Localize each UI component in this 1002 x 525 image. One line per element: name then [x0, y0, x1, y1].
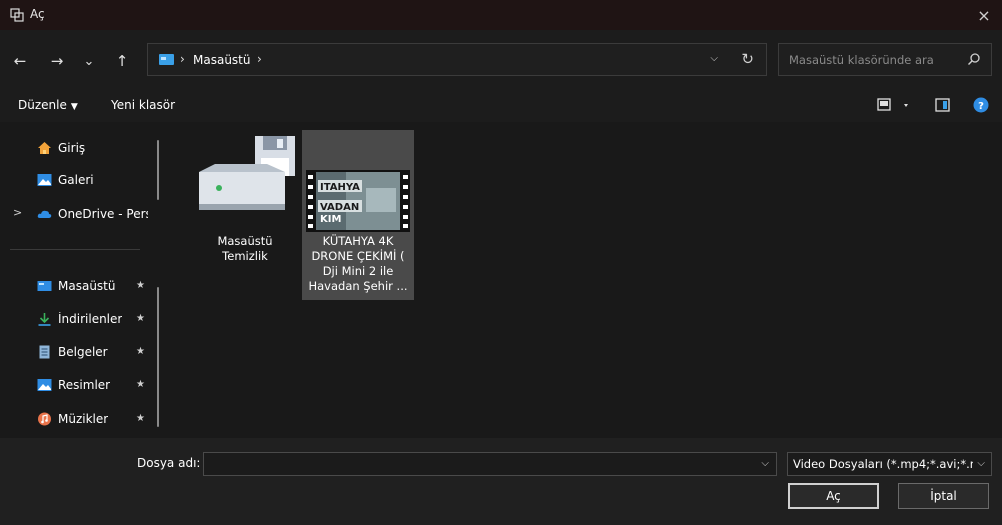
help-icon[interactable]: ? [972, 96, 990, 114]
chevron-down-icon: ⌵ [977, 458, 985, 469]
pin-icon: ★ [136, 313, 145, 324]
caret-down-icon: ▼ [70, 102, 78, 112]
gallery-icon [37, 174, 52, 186]
filename-field[interactable]: ⌵ [203, 452, 777, 476]
sidebar-item-label: Müzikler [58, 412, 109, 426]
breadcrumb-separator: › [180, 52, 185, 66]
breadcrumb-masaustu[interactable]: Masaüstü [193, 53, 250, 67]
search-box[interactable]: Masaüstü klasöründe ara [778, 43, 992, 76]
address-history-dropdown[interactable]: ⌵ [710, 53, 718, 64]
file-type-select[interactable]: Video Dosyaları (*.mp4;*.avi;*.m ⌵ [787, 452, 992, 476]
thumbnail-text: VADAN [320, 202, 359, 213]
pin-icon: ★ [136, 280, 145, 291]
file-item-selected[interactable]: ITAHYA VADAN KIM KÜTAHYA 4K DRONE ÇEKİMİ… [302, 130, 414, 300]
new-folder-button[interactable]: Yeni klasör [111, 98, 175, 112]
svg-text:?: ? [978, 101, 984, 112]
navigation-bar: ← → ⌄ ↑ › Masaüstü › ⌵ ↻ Masaüstü klasör… [0, 30, 1002, 90]
sidebar-item-resimler[interactable]: Resimler ★ [0, 369, 150, 401]
pin-icon: ★ [136, 346, 145, 357]
desktop-icon [37, 281, 52, 291]
sidebar-item-label: Masaüstü [58, 279, 116, 293]
documents-icon [39, 345, 50, 359]
download-icon [38, 313, 51, 326]
navigation-pane: Giriş Galeri > OneDrive - Perso Masaüstü… [0, 122, 170, 438]
view-options-button[interactable] [877, 96, 913, 114]
sidebar-item-label: Giriş [58, 141, 86, 155]
refresh-button[interactable]: ↻ [741, 50, 754, 68]
forward-button[interactable]: → [45, 51, 69, 71]
filename-label: Dosya adı: [137, 456, 201, 470]
open-button[interactable]: Aç [788, 483, 879, 509]
sidebar-divider [10, 249, 140, 250]
close-button[interactable]: × [972, 3, 996, 27]
arrow-left-icon: ← [13, 52, 27, 70]
sidebar-item-giris[interactable]: Giriş [0, 132, 150, 164]
breadcrumb-separator: › [257, 52, 262, 66]
thumbnail-text: KIM [320, 214, 341, 225]
close-icon: × [977, 5, 991, 25]
thumbnail-text: ITAHYA [320, 182, 360, 193]
up-button[interactable]: ↑ [110, 51, 134, 71]
sidebar-item-label: Belgeler [58, 345, 108, 359]
file-list-view: Masaüstü Temizlik ITAHYA VADAN KIM KÜTAH… [170, 122, 1002, 438]
sidebar-item-muzikler[interactable]: Müzikler ★ [0, 403, 150, 435]
video-thumbnail-icon: ITAHYA VADAN KIM [306, 170, 410, 232]
organize-label: Düzenle [18, 98, 67, 112]
back-button[interactable]: ← [8, 51, 32, 71]
file-item[interactable]: Masaüstü Temizlik [189, 130, 301, 300]
address-bar[interactable]: › Masaüstü › ⌵ ↻ [147, 43, 767, 76]
sidebar-item-indirilenler[interactable]: İndirilenler ★ [0, 303, 150, 335]
command-bar: Düzenle ▼ Yeni klasör ? [0, 90, 1002, 122]
sidebar-item-galeri[interactable]: Galeri [0, 164, 150, 196]
chevron-down-icon: ⌄ [83, 53, 95, 69]
search-icon [968, 53, 980, 65]
arrow-up-icon: ↑ [115, 52, 129, 70]
pin-icon: ★ [136, 413, 145, 424]
sidebar-item-label: Resimler [58, 378, 111, 392]
search-input[interactable]: Masaüstü klasöründe ara [789, 53, 934, 67]
pictures-icon [37, 379, 52, 391]
window-title: Aç [30, 7, 45, 21]
chevron-right-icon[interactable]: > [13, 206, 22, 219]
sidebar-item-label: OneDrive - Perso [58, 207, 148, 221]
sidebar-scrollbar-thumb[interactable] [157, 140, 159, 200]
file-type-value: Video Dosyaları (*.mp4;*.avi;*.m [793, 457, 973, 471]
home-icon [38, 142, 51, 154]
cloud-icon [37, 210, 52, 218]
sidebar-item-onedrive[interactable]: > OneDrive - Perso [0, 198, 150, 230]
sidebar-item-label: İndirilenler [58, 312, 123, 326]
organize-menu[interactable]: Düzenle ▼ [18, 98, 78, 112]
pin-icon: ★ [136, 379, 145, 390]
sidebar-item-belgeler[interactable]: Belgeler ★ [0, 336, 150, 368]
sidebar-item-label: Galeri [58, 173, 94, 187]
recent-locations-button[interactable]: ⌄ [77, 51, 101, 71]
chevron-down-icon[interactable]: ⌵ [761, 458, 769, 469]
file-dialog-footer: Dosya adı: ⌵ Video Dosyaları (*.mp4;*.av… [0, 438, 1002, 525]
sidebar-item-masaustu[interactable]: Masaüstü ★ [0, 270, 150, 302]
title-bar: Aç × [0, 0, 1002, 30]
cancel-button[interactable]: İptal [898, 483, 989, 509]
file-name: Masaüstü Temizlik [217, 234, 273, 263]
music-icon [38, 412, 51, 426]
desktop-folder-icon [159, 54, 174, 65]
window-app-icon [10, 8, 24, 22]
drive-shortcut-icon [199, 136, 295, 210]
sidebar-scrollbar-thumb[interactable] [157, 287, 159, 427]
preview-pane-icon[interactable] [934, 96, 952, 114]
arrow-right-icon: → [50, 52, 64, 70]
file-name: KÜTAHYA 4K DRONE ÇEKİMİ ( Dji Mini 2 ile… [308, 234, 408, 293]
